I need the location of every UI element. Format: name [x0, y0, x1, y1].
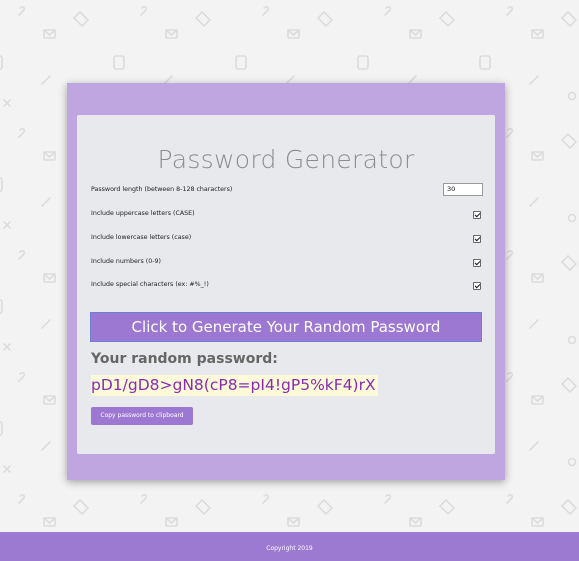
special-label: Include special characters (ex: #%_!) [91, 281, 209, 288]
generated-password: pD1/gD8>gN8(cP8=pI4!gP5%kF4)rX [91, 375, 378, 396]
numbers-label: Include numbers (0-9) [91, 258, 161, 265]
result-heading: Your random password: [91, 351, 278, 367]
footer: Copyright 2019 [0, 532, 579, 561]
copy-to-clipboard-button[interactable]: Copy password to clipboard [91, 407, 193, 425]
uppercase-option-row: Include uppercase letters (CASE) [91, 209, 483, 223]
length-label: Password length (between 8-128 character… [91, 186, 233, 193]
copyright-text: Copyright 2019 [266, 545, 313, 552]
generator-card: Password Generator Password length (betw… [67, 83, 505, 480]
lowercase-checkbox[interactable] [473, 235, 481, 243]
length-option-row: Password length (between 8-128 character… [91, 183, 483, 199]
uppercase-checkbox[interactable] [473, 211, 481, 219]
uppercase-label: Include uppercase letters (CASE) [91, 210, 195, 217]
special-checkbox[interactable] [473, 282, 481, 290]
numbers-checkbox[interactable] [473, 259, 481, 267]
generator-panel: Password Generator Password length (betw… [77, 115, 495, 454]
page-title: Password Generator [157, 145, 415, 174]
special-option-row: Include special characters (ex: #%_!) [91, 280, 483, 294]
password-length-input[interactable]: 30 [443, 183, 483, 196]
lowercase-option-row: Include lowercase letters (case) [91, 233, 483, 247]
lowercase-label: Include lowercase letters (case) [91, 234, 192, 241]
numbers-option-row: Include numbers (0-9) [91, 257, 483, 271]
generate-password-button[interactable]: Click to Generate Your Random Password [90, 312, 482, 342]
